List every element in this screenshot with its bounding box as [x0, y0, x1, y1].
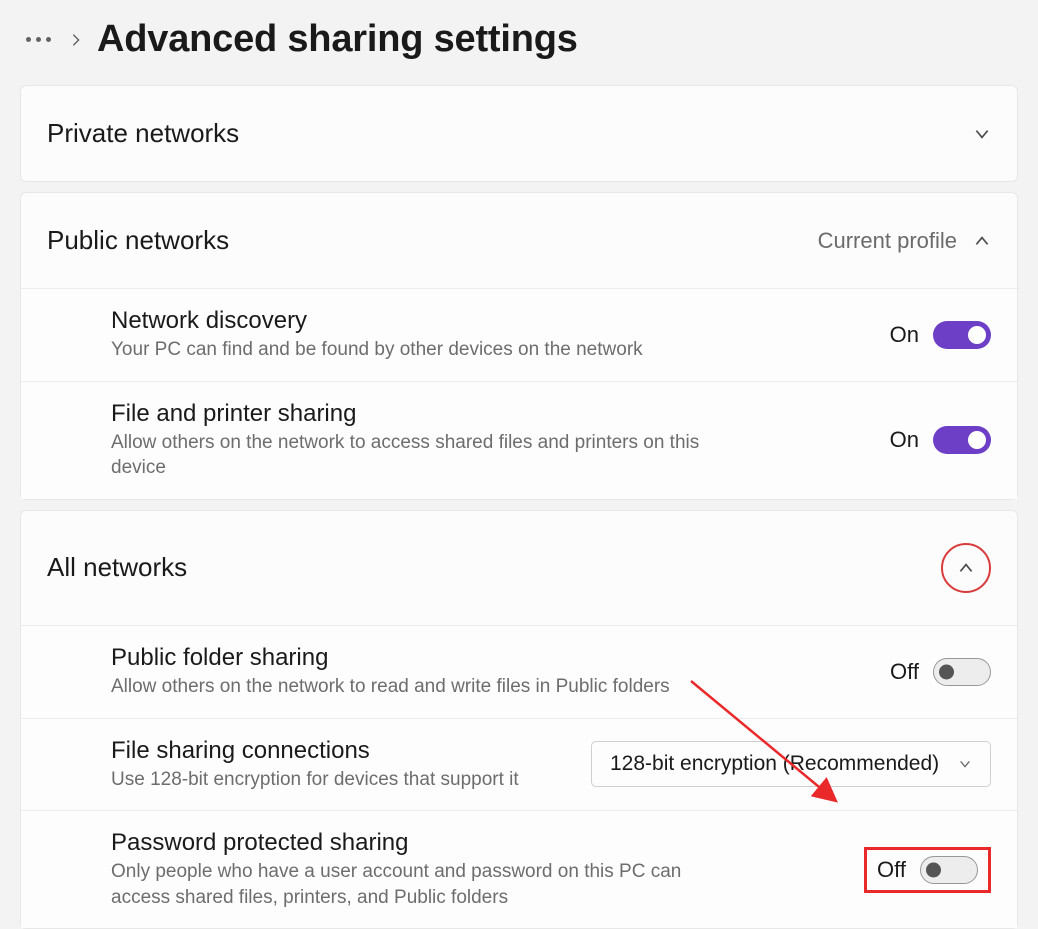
connections-desc: Use 128-bit encryption for devices that …: [111, 767, 519, 793]
public-folder-desc: Allow others on the network to read and …: [111, 674, 670, 700]
section-public-networks: Public networks Current profile Network …: [20, 192, 1018, 500]
chevron-down-icon: [958, 757, 972, 771]
section-all-networks: All networks Public folder sharing Allow…: [20, 510, 1018, 929]
password-desc: Only people who have a user account and …: [111, 859, 701, 910]
highlight-box: Off: [864, 847, 991, 893]
encryption-select[interactable]: 128-bit encryption (Recommended): [591, 741, 991, 787]
section-title-public: Public networks: [47, 225, 229, 256]
page-title: Advanced sharing settings: [97, 18, 578, 61]
section-title-private: Private networks: [47, 118, 239, 149]
section-title-all: All networks: [47, 552, 187, 583]
chevron-up-icon: [973, 232, 991, 250]
breadcrumb: Advanced sharing settings: [0, 0, 1038, 85]
file-printer-desc: Allow others on the network to access sh…: [111, 430, 701, 481]
more-icon[interactable]: [22, 31, 55, 48]
password-state: Off: [877, 857, 906, 883]
network-discovery-state: On: [890, 322, 919, 348]
current-profile-label: Current profile: [818, 228, 957, 254]
file-printer-title: File and printer sharing: [111, 400, 701, 428]
file-printer-toggle[interactable]: [933, 426, 991, 454]
chevron-right-icon: [69, 33, 83, 47]
section-header-all[interactable]: All networks: [21, 511, 1017, 625]
password-toggle[interactable]: [920, 856, 978, 884]
row-file-sharing-connections: File sharing connections Use 128-bit enc…: [21, 718, 1017, 811]
row-password-protected-sharing: Password protected sharing Only people w…: [21, 810, 1017, 928]
section-header-public[interactable]: Public networks Current profile: [21, 193, 1017, 288]
encryption-selected: 128-bit encryption (Recommended): [610, 752, 939, 776]
public-folder-state: Off: [890, 659, 919, 685]
network-discovery-desc: Your PC can find and be found by other d…: [111, 337, 643, 363]
connections-title: File sharing connections: [111, 737, 519, 765]
public-folder-toggle[interactable]: [933, 658, 991, 686]
highlight-circle: [941, 543, 991, 593]
section-header-private[interactable]: Private networks: [21, 86, 1017, 181]
chevron-up-icon: [957, 559, 975, 577]
row-public-folder-sharing: Public folder sharing Allow others on th…: [21, 625, 1017, 718]
chevron-down-icon: [973, 125, 991, 143]
file-printer-state: On: [890, 427, 919, 453]
password-title: Password protected sharing: [111, 829, 701, 857]
network-discovery-toggle[interactable]: [933, 321, 991, 349]
network-discovery-title: Network discovery: [111, 307, 643, 335]
section-private-networks: Private networks: [20, 85, 1018, 182]
row-file-printer-sharing: File and printer sharing Allow others on…: [21, 381, 1017, 499]
public-folder-title: Public folder sharing: [111, 644, 670, 672]
row-network-discovery: Network discovery Your PC can find and b…: [21, 288, 1017, 381]
